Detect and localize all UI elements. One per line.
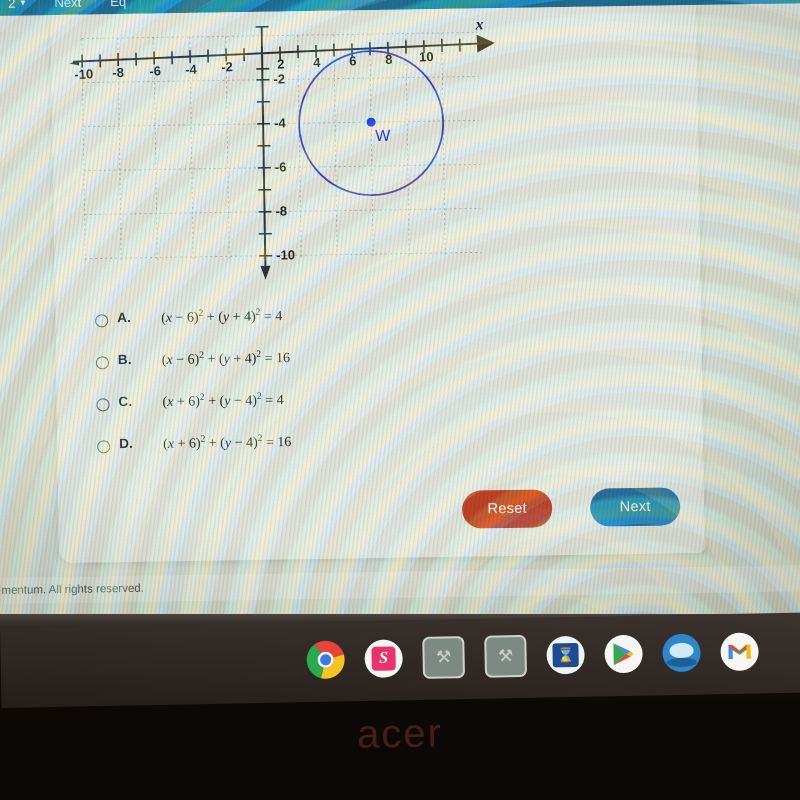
app-grey-2-icon[interactable]: ⚒ [484,634,528,678]
whale-app-icon[interactable] [662,633,701,673]
action-buttons: Reset Next [461,487,681,529]
s-app-icon[interactable]: S [364,639,404,679]
browser-page: 2 ▾ Next Eq -10 -8 -6 -4 -2 2 4 6 8 10 -… [0,0,800,630]
radio-c[interactable] [96,398,110,412]
option-d-equation: (x + 6)2 + (y − 4)2 = 16 [163,433,292,453]
google-play-glyph [613,643,634,666]
y-axis [255,25,273,280]
option-d[interactable]: D. (x + 6)2 + (y − 4)2 = 16 [97,428,658,479]
graph-svg [69,25,495,280]
blue-app-icon[interactable]: ⌛ [546,635,585,675]
app-grey-1-glyph: ⚒ [435,647,452,667]
answer-options-list: A. (x − 6)2 + (y + 4)2 = 4 B. (x − 6)2 +… [95,302,658,479]
nav-next-label: Next [54,0,82,10]
reset-button[interactable]: Reset [461,489,553,529]
radio-b[interactable] [95,356,109,370]
graph-gridlines [81,31,482,261]
nav-equation-item[interactable]: Eq [95,0,142,15]
center-point-w [366,117,376,127]
option-a-equation: (x − 6)2 + (y + 4)2 = 4 [161,307,283,327]
nav-equation-label: Eq [110,0,127,9]
google-play-icon[interactable] [604,634,643,674]
copyright-text: mentum. All rights reserved. [1,582,145,597]
x-axis [69,34,495,68]
chromeos-shelf: S ⚒ ⚒ ⌛ [0,614,800,701]
page-number-selector[interactable]: 2 ▾ [0,0,41,16]
coordinate-graph: -10 -8 -6 -4 -2 2 4 6 8 10 -2 -4 -6 -8 -… [64,10,518,299]
option-a-letter: A. [117,309,132,326]
question-card: -10 -8 -6 -4 -2 2 4 6 8 10 -2 -4 -6 -8 -… [50,4,705,564]
laptop-screen: 2 ▾ Next Eq -10 -8 -6 -4 -2 2 4 6 8 10 -… [0,0,800,630]
gmail-glyph [728,644,751,660]
app-grey-2-glyph: ⚒ [497,646,514,666]
option-b-equation: (x − 6)2 + (y + 4)2 = 16 [161,349,291,369]
blue-app-glyph: ⌛ [552,642,579,668]
app-grey-1-icon[interactable]: ⚒ [422,636,466,679]
next-button[interactable]: Next [589,487,681,527]
option-c-letter: C. [118,393,133,410]
option-d-letter: D. [119,435,134,452]
shelf-icon-row: S ⚒ ⚒ ⌛ [306,630,759,681]
page-number-label: 2 [8,0,16,11]
radio-d[interactable] [97,440,111,454]
chrome-icon[interactable] [306,640,346,680]
option-c-equation: (x + 6)2 + (y − 4)2 = 4 [162,391,284,411]
nav-next-item[interactable]: Next [40,0,97,16]
radio-a[interactable] [95,314,109,328]
footer-bar: mentum. All rights reserved. [1,565,800,604]
chevron-down-icon: ▾ [20,0,26,9]
gmail-icon[interactable] [720,632,759,672]
option-b-letter: B. [117,351,132,368]
s-app-glyph: S [371,646,396,671]
